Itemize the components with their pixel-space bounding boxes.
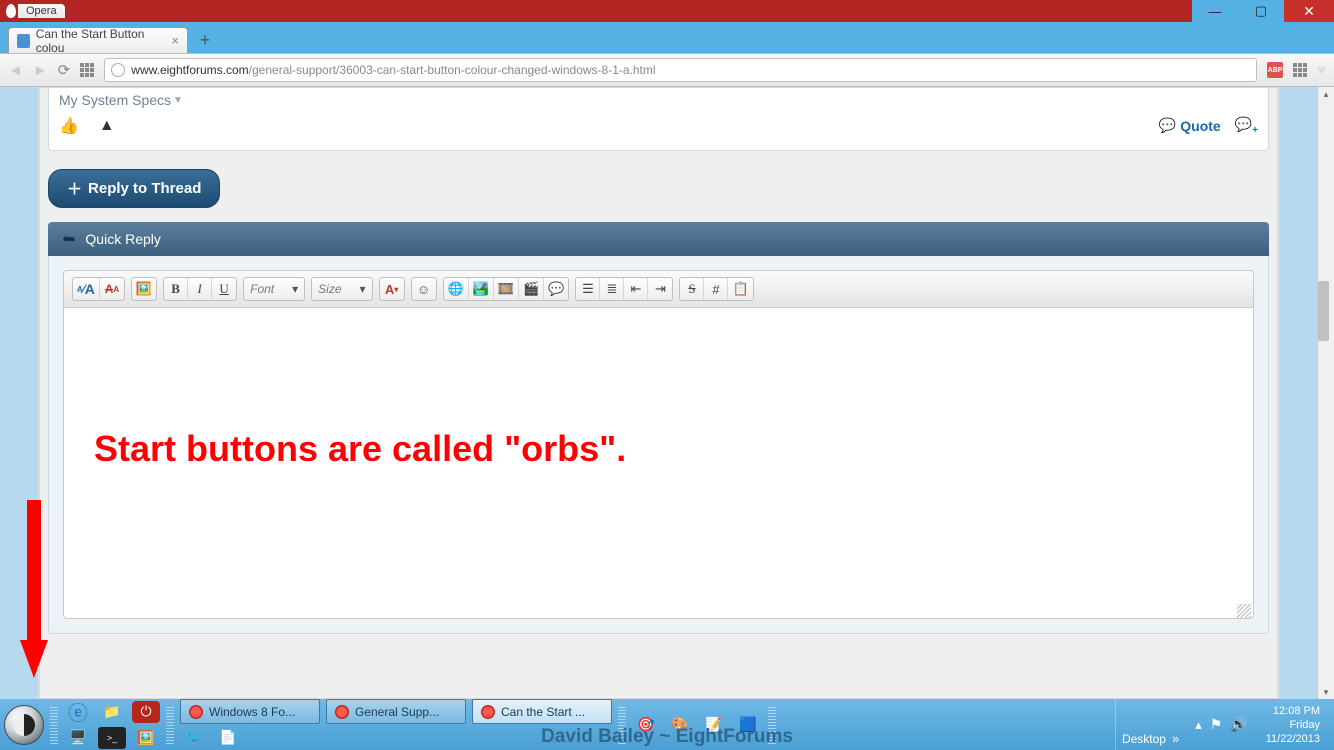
page-scrollbar[interactable]: ▴ ▾ — [1317, 87, 1334, 699]
tab-close-button[interactable]: × — [171, 33, 179, 48]
insert-link-button[interactable]: 🌐 — [444, 278, 469, 300]
scroll-down-icon[interactable]: ▾ — [1318, 685, 1334, 699]
italic-button[interactable]: I — [188, 278, 212, 300]
smiley-button[interactable]: ☺ — [412, 278, 436, 300]
font-family-select[interactable]: Font▾ — [243, 277, 305, 301]
nav-forward-button[interactable]: ► — [33, 62, 48, 79]
indent-button[interactable]: ⇥ — [648, 278, 672, 300]
extensions-grid-icon[interactable] — [1293, 63, 1307, 77]
editor-textarea[interactable]: Start buttons are called "orbs". — [64, 308, 1253, 618]
tab-strip: Can the Start Button colou × + — [0, 22, 1334, 53]
taskbar-footer-text: David Bailey ~ EightForums — [541, 726, 793, 748]
insert-image-button[interactable]: 🖼️ — [132, 278, 156, 300]
reply-arrow-icon: ➦ — [62, 229, 75, 249]
ordered-list-button[interactable]: ☰ — [576, 278, 600, 300]
insert-video-button[interactable]: 🎞️ — [494, 278, 519, 300]
taskmgr-pinned-icon[interactable]: 🖥️ — [64, 727, 92, 749]
outdent-button[interactable]: ⇤ — [624, 278, 648, 300]
explorer-pinned-icon[interactable]: 📁 — [98, 701, 126, 723]
ie-pinned-icon[interactable]: ⓔ — [64, 701, 92, 723]
unordered-list-button[interactable]: ≣ — [600, 278, 624, 300]
chevron-down-icon: ▼ — [173, 95, 183, 106]
editor-toolbar: A⁄A AA 🖼️ B I U Font▾ Size▾ A▾ ☺ — [64, 271, 1253, 308]
report-icon[interactable]: ▲ — [99, 117, 115, 135]
taskbar-window-button[interactable]: General Supp... — [326, 699, 466, 724]
hash-button[interactable]: # — [704, 278, 728, 300]
forum-page: My System Specs▼ 👍 ▲ 💬 Quote 💬+ — [38, 87, 1279, 699]
power-pinned-icon[interactable]: ⏻ — [132, 701, 160, 723]
post-footer-card: My System Specs▼ 👍 ▲ 💬 Quote 💬+ — [48, 88, 1269, 151]
photos-pinned-icon[interactable]: 🖼️ — [132, 727, 160, 749]
taskbar-window-button[interactable]: Windows 8 Fo... — [180, 699, 320, 724]
underline-button[interactable]: U — [212, 278, 236, 300]
tab-title: Can the Start Button colou — [36, 27, 164, 55]
desktop-toolbar-label[interactable]: Desktop » — [1115, 699, 1185, 750]
scroll-thumb[interactable] — [1318, 281, 1329, 341]
cmd-pinned-icon[interactable]: >_ — [98, 727, 126, 749]
viewport: My System Specs▼ 👍 ▲ 💬 Quote 💬+ — [0, 87, 1334, 699]
nav-reload-button[interactable]: ⟳ — [58, 61, 71, 79]
system-tray: Desktop » ▴ ⚑ 🔊 12:08 PM Friday 11/22/20… — [1115, 699, 1334, 750]
text-color-button[interactable]: A▾ — [380, 278, 404, 300]
url-input[interactable]: www.eightforums.com/general-support/3600… — [104, 58, 1257, 82]
scroll-up-icon[interactable]: ▴ — [1318, 87, 1334, 101]
thunderbird-pinned-icon[interactable]: 🐦 — [180, 727, 208, 749]
opera-icon — [335, 705, 349, 719]
volume-icon[interactable]: 🔊 — [1230, 716, 1247, 733]
window-maximize-button[interactable]: ▢ — [1238, 0, 1284, 22]
opera-icon — [189, 705, 203, 719]
quick-reply-header: ➦ Quick Reply — [48, 222, 1269, 256]
opera-icon — [481, 705, 495, 719]
browser-tab[interactable]: Can the Start Button colou × — [8, 27, 188, 53]
speed-dial-button[interactable] — [80, 63, 94, 77]
taskbar-window-button[interactable]: Can the Start ... — [472, 699, 612, 724]
app-menu-label[interactable]: Opera — [18, 4, 65, 18]
chevron-down-icon: ▾ — [360, 282, 366, 296]
annotation-text: Start buttons are called "orbs". — [94, 428, 1223, 470]
windows-taskbar: ⓔ 📁 ⏻ 🖥️ >_ 🖼️ Windows 8 Fo... General S… — [0, 699, 1334, 750]
quote-button[interactable]: 💬 Quote — [1159, 117, 1221, 134]
plus-icon: ＋ — [67, 178, 82, 199]
editor-panel: A⁄A AA 🖼️ B I U Font▾ Size▾ A▾ ☺ — [48, 256, 1269, 634]
taskbar-grip-icon[interactable] — [166, 705, 174, 744]
remove-format-button[interactable]: AA — [100, 278, 124, 300]
multi-quote-button[interactable]: 💬+ — [1235, 116, 1258, 136]
insert-video2-button[interactable]: 🎬 — [519, 278, 544, 300]
strikethrough-button[interactable]: S — [680, 278, 704, 300]
window-close-button[interactable]: ✕ — [1284, 0, 1334, 22]
annotation-arrow-icon — [20, 500, 60, 680]
thumbs-up-icon[interactable]: 👍 — [59, 116, 79, 136]
font-size-select[interactable]: Size▾ — [311, 277, 372, 301]
chevron-down-icon: ▾ — [292, 282, 298, 296]
adblock-icon[interactable]: ABP — [1267, 62, 1283, 78]
tray-clock[interactable]: 12:08 PM Friday 11/22/2013 — [1258, 704, 1328, 746]
globe-icon — [111, 63, 125, 77]
resize-grip-icon[interactable] — [1237, 604, 1251, 618]
speech-bubble-icon: 💬 — [1159, 117, 1176, 134]
taskbar-grip-icon[interactable] — [50, 705, 58, 744]
insert-quote-button[interactable]: 💬 — [544, 278, 568, 300]
new-tab-button[interactable]: + — [194, 29, 216, 51]
start-orb-button[interactable] — [4, 705, 44, 745]
window-minimize-button[interactable]: — — [1192, 0, 1238, 22]
url-path: /general-support/36003-can-start-button-… — [249, 63, 656, 77]
tab-favicon-icon — [17, 34, 30, 48]
switch-editor-mode-button[interactable]: A⁄A — [73, 278, 100, 300]
action-center-icon[interactable]: ⚑ — [1210, 716, 1223, 733]
clipboard-button[interactable]: 📋 — [728, 278, 752, 300]
reply-to-thread-button[interactable]: ＋ Reply to Thread — [48, 169, 220, 208]
tray-overflow-button[interactable]: ▴ — [1195, 717, 1202, 733]
bold-button[interactable]: B — [164, 278, 188, 300]
opera-titlebar: Opera — ▢ ✕ — [0, 0, 1334, 22]
page-gutter-right — [1279, 87, 1317, 699]
chevron-right-icon[interactable]: » — [1172, 731, 1179, 746]
system-specs-toggle[interactable]: My System Specs▼ — [59, 88, 1258, 112]
url-host: www.eightforums.com — [131, 63, 248, 77]
office-pinned-icon[interactable]: 📄 — [214, 727, 242, 749]
insert-picture-button[interactable]: 🏞️ — [469, 278, 494, 300]
opera-logo-icon — [6, 4, 16, 18]
bookmark-heart-icon[interactable]: ♥ — [1317, 62, 1326, 79]
address-bar: ◄ ► ⟳ www.eightforums.com/general-suppor… — [0, 53, 1334, 87]
nav-back-button[interactable]: ◄ — [8, 62, 23, 79]
